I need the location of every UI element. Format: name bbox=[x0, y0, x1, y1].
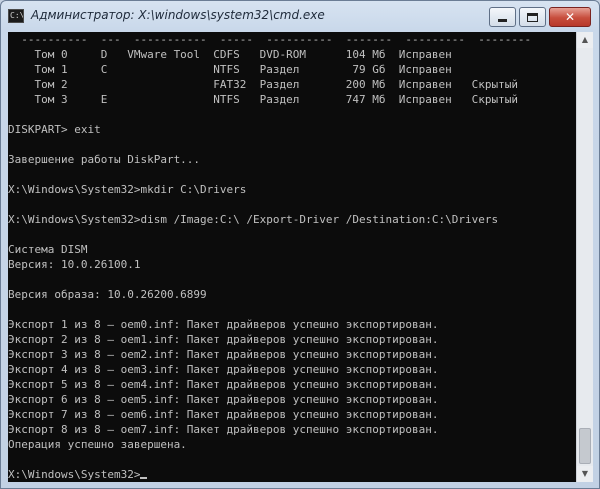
cmd-window: C:\ Администратор: X:\windows\system32\c… bbox=[0, 0, 600, 489]
minimize-button[interactable] bbox=[489, 7, 516, 27]
console-line: Экспорт 5 из 8 — oem4.inf: Пакет драйвер… bbox=[8, 378, 439, 391]
console-line: Экспорт 1 из 8 — oem0.inf: Пакет драйвер… bbox=[8, 318, 439, 331]
console-output[interactable]: ---------- --- ----------- ----- -------… bbox=[8, 32, 576, 482]
console-line: Экспорт 7 из 8 — oem6.inf: Пакет драйвер… bbox=[8, 408, 439, 421]
arrow-down-icon: ▼ bbox=[581, 469, 589, 478]
console-line: X:\Windows\System32>dism /Image:C:\ /Exp… bbox=[8, 213, 499, 226]
arrow-up-icon: ▲ bbox=[581, 35, 589, 44]
console-line: Экспорт 2 из 8 — oem1.inf: Пакет драйвер… bbox=[8, 333, 439, 346]
console-line: Том 2 FAT32 Раздел 200 Мб Исправен Скрыт… bbox=[8, 78, 518, 91]
console-line: Экспорт 8 из 8 — oem7.inf: Пакет драйвер… bbox=[8, 423, 439, 436]
maximize-icon bbox=[527, 12, 538, 22]
console-line: Экспорт 3 из 8 — oem2.inf: Пакет драйвер… bbox=[8, 348, 439, 361]
text-cursor bbox=[140, 477, 148, 479]
maximize-button[interactable] bbox=[519, 7, 546, 27]
window-title: Администратор: X:\windows\system32\cmd.e… bbox=[31, 8, 325, 22]
close-icon: ✕ bbox=[564, 10, 576, 24]
command-prompt-icon[interactable]: C:\ bbox=[8, 9, 24, 23]
console-line: Экспорт 4 из 8 — oem3.inf: Пакет драйвер… bbox=[8, 363, 439, 376]
title-bar[interactable]: C:\ Администратор: X:\windows\system32\c… bbox=[1, 1, 599, 32]
console-line: X:\Windows\System32>mkdir C:\Drivers bbox=[8, 183, 247, 196]
console-line: ---------- --- ----------- ----- -------… bbox=[8, 33, 532, 46]
scroll-thumb[interactable] bbox=[579, 428, 591, 464]
console-line: Том 0 D VMware Tool CDFS DVD-ROM 104 Мб … bbox=[8, 48, 452, 61]
vertical-scrollbar[interactable]: ▲ ▼ bbox=[576, 32, 593, 482]
console-line: Том 3 E NTFS Раздел 747 Мб Исправен Скры… bbox=[8, 93, 518, 106]
console-line: Операция успешно завершена. bbox=[8, 438, 187, 451]
console-line: Том 1 C NTFS Раздел 79 Gб Исправен bbox=[8, 63, 452, 76]
console-line: Система DISM bbox=[8, 243, 88, 256]
console-line: Версия образа: 10.0.26200.6899 bbox=[8, 288, 207, 301]
console-line: Версия: 10.0.26100.1 bbox=[8, 258, 141, 271]
console-line: DISKPART> exit bbox=[8, 123, 101, 136]
scroll-up-button[interactable]: ▲ bbox=[577, 32, 593, 48]
console-line: X:\Windows\System32> bbox=[8, 468, 141, 481]
close-button[interactable]: ✕ bbox=[549, 7, 591, 27]
minimize-icon bbox=[498, 18, 507, 22]
console-text: ---------- --- ----------- ----- -------… bbox=[8, 32, 531, 482]
scroll-down-button[interactable]: ▼ bbox=[577, 466, 593, 482]
console-line: Экспорт 6 из 8 — oem5.inf: Пакет драйвер… bbox=[8, 393, 439, 406]
console-line: Завершение работы DiskPart... bbox=[8, 153, 201, 166]
